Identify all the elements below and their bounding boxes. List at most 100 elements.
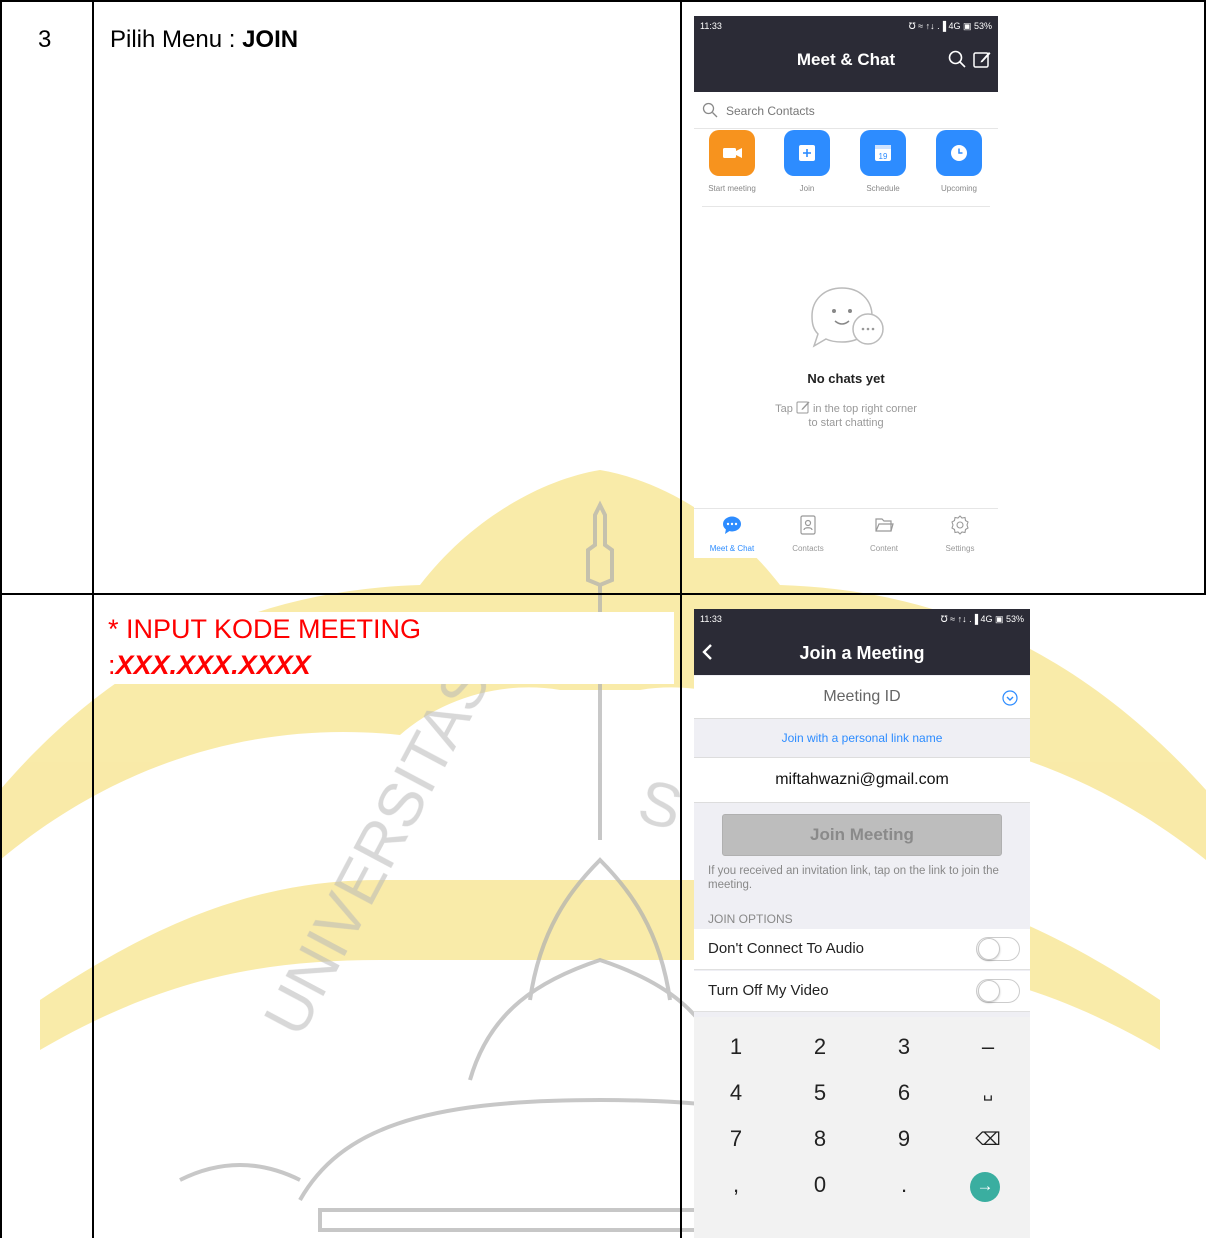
key-comma[interactable]: ,	[694, 1163, 778, 1207]
tab-content-label: Content	[869, 544, 899, 553]
go-arrow-button[interactable]: →	[970, 1172, 1000, 1202]
start-meeting-button[interactable]	[709, 130, 755, 176]
option-label: Don't Connect To Audio	[708, 940, 865, 957]
tab-content[interactable]: Content	[846, 513, 922, 557]
meeting-code-value: XXX.XXX.XXXX	[115, 650, 311, 680]
gear-icon	[951, 515, 969, 535]
key-9[interactable]: 9	[862, 1117, 946, 1161]
empty-tip-line2: to start chatting	[808, 417, 884, 429]
schedule-button[interactable]: 19	[860, 130, 906, 176]
join-label: Join	[799, 184, 815, 193]
backspace-icon[interactable]: ⌫	[946, 1117, 1030, 1161]
empty-tip-pre: Tap	[775, 403, 793, 415]
join-options-header: JOIN OPTIONS	[708, 912, 793, 926]
bottom-tab-bar: Meet & Chat Contacts Content Settings	[694, 508, 998, 558]
key-2[interactable]: 2	[778, 1025, 862, 1069]
toggle-knob	[978, 938, 1000, 960]
schedule-label: Schedule	[866, 184, 900, 193]
video-camera-icon	[723, 148, 742, 158]
compose-icon	[796, 401, 810, 414]
status-indicators: ℧ ≈ ↑↓ .▐ 4G ▣ 53%	[908, 21, 992, 31]
search-contacts-placeholder: Search Contacts	[726, 104, 815, 118]
status-bar: 11:33 ℧ ≈ ↑↓ .▐ 4G ▣ 53%	[694, 609, 1030, 629]
phone-screenshot-join-meeting: 11:33 ℧ ≈ ↑↓ .▐ 4G ▣ 53% Join a Meeting …	[694, 609, 1030, 1238]
search-icon	[702, 102, 718, 118]
screen-name-field[interactable]: miftahwazni@gmail.com	[694, 757, 1030, 803]
personal-link-name-link[interactable]: Join with a personal link name	[694, 731, 1030, 745]
status-time: 11:33	[700, 614, 722, 624]
calendar-icon: 19	[875, 145, 891, 161]
screen-name-value: miftahwazni@gmail.com	[775, 771, 949, 788]
meeting-code-note-title: * INPUT KODE MEETING	[108, 614, 422, 644]
option-label: Turn Off My Video	[708, 982, 829, 999]
step-instruction-prefix: Pilih Menu :	[110, 26, 243, 53]
search-contacts-bar[interactable]: Search Contacts	[694, 92, 998, 129]
empty-state-title: No chats yet	[807, 371, 885, 386]
key-space[interactable]: ␣	[946, 1071, 1030, 1115]
join-button[interactable]	[784, 130, 830, 176]
empty-tip-post: in the top right corner	[812, 403, 917, 415]
key-5[interactable]: 5	[778, 1071, 862, 1115]
page-title: Join a Meeting	[799, 643, 925, 663]
key-7[interactable]: 7	[694, 1117, 778, 1161]
audio-toggle[interactable]	[976, 937, 1020, 961]
meeting-id-field[interactable]: Meeting ID	[694, 676, 1030, 719]
clock-icon	[951, 145, 967, 161]
meeting-code-note-code: :XXX.XXX.XXXX	[108, 650, 311, 681]
upcoming-button[interactable]	[936, 130, 982, 176]
tab-contacts-label: Contacts	[792, 544, 824, 553]
folder-icon	[875, 518, 894, 532]
chat-bubble-icon	[723, 516, 741, 534]
key-8[interactable]: 8	[778, 1117, 862, 1161]
step-instruction-bold: JOIN	[242, 26, 299, 53]
upcoming-label: Upcoming	[940, 184, 977, 193]
meeting-id-placeholder: Meeting ID	[823, 688, 901, 705]
plus-icon	[799, 145, 815, 161]
status-bar: 11:33 ℧ ≈ ↑↓ .▐ 4G ▣ 53%	[694, 16, 998, 36]
toggle-knob	[978, 980, 1000, 1002]
status-indicators: ℧ ≈ ↑↓ .▐ 4G ▣ 53%	[940, 614, 1024, 624]
option-dont-connect-audio: Don't Connect To Audio	[694, 929, 1030, 970]
step-number: 3	[38, 26, 52, 53]
chevron-down-icon[interactable]	[1002, 690, 1018, 706]
divider	[702, 206, 990, 207]
table-col-divider-2	[680, 0, 682, 1238]
key-1[interactable]: 1	[694, 1025, 778, 1069]
tab-settings[interactable]: Settings	[922, 513, 998, 557]
join-meeting-button[interactable]: Join Meeting	[722, 814, 1002, 856]
key-6[interactable]: 6	[862, 1071, 946, 1115]
app-header: 11:33 ℧ ≈ ↑↓ .▐ 4G ▣ 53% Join a Meeting	[694, 609, 1030, 675]
numeric-keypad: 1 2 3 – 4 5 6 ␣ 7 8 9 ⌫ , 0 . →	[694, 1017, 1030, 1238]
key-dash[interactable]: –	[946, 1025, 1030, 1069]
contacts-icon	[800, 515, 816, 535]
compose-icon[interactable]	[973, 50, 991, 68]
chat-bubbles-illustration	[811, 287, 884, 348]
tab-meet-chat-label: Meet & Chat	[709, 544, 755, 553]
join-meeting-label: Join Meeting	[810, 825, 914, 844]
table-border-top	[0, 0, 1206, 2]
app-header: 11:33 ℧ ≈ ↑↓ .▐ 4G ▣ 53% Meet & Chat	[694, 16, 998, 92]
arrow-right-icon: →	[976, 1176, 994, 1195]
search-icon[interactable]	[948, 50, 966, 68]
table-col-divider-1	[92, 0, 94, 1238]
svg-text:19: 19	[879, 152, 888, 161]
key-4[interactable]: 4	[694, 1071, 778, 1115]
empty-state-tip: Tap in the top right corner to start cha…	[694, 400, 998, 430]
table-row-divider	[0, 593, 1206, 595]
key-0[interactable]: 0	[778, 1163, 862, 1207]
meeting-code-note: * INPUT KODE MEETING :XXX.XXX.XXXX	[106, 612, 674, 684]
invitation-hint: If you received an invitation link, tap …	[708, 865, 999, 891]
tab-contacts[interactable]: Contacts	[770, 513, 846, 557]
start-meeting-label: Start meeting	[708, 184, 756, 193]
key-period[interactable]: .	[862, 1163, 946, 1207]
tab-meet-chat[interactable]: Meet & Chat	[694, 513, 770, 557]
step-instruction: Pilih Menu : JOIN	[110, 26, 298, 54]
phone-screenshot-meet-chat: 11:33 ℧ ≈ ↑↓ .▐ 4G ▣ 53% Meet & Chat Sea…	[694, 16, 998, 558]
option-turn-off-video: Turn Off My Video	[694, 971, 1030, 1012]
video-toggle[interactable]	[976, 979, 1020, 1003]
table-border-left	[0, 0, 2, 1238]
status-time: 11:33	[700, 21, 722, 31]
tab-settings-label: Settings	[945, 544, 975, 553]
meeting-code-colon: :	[108, 650, 116, 680]
key-3[interactable]: 3	[862, 1025, 946, 1069]
